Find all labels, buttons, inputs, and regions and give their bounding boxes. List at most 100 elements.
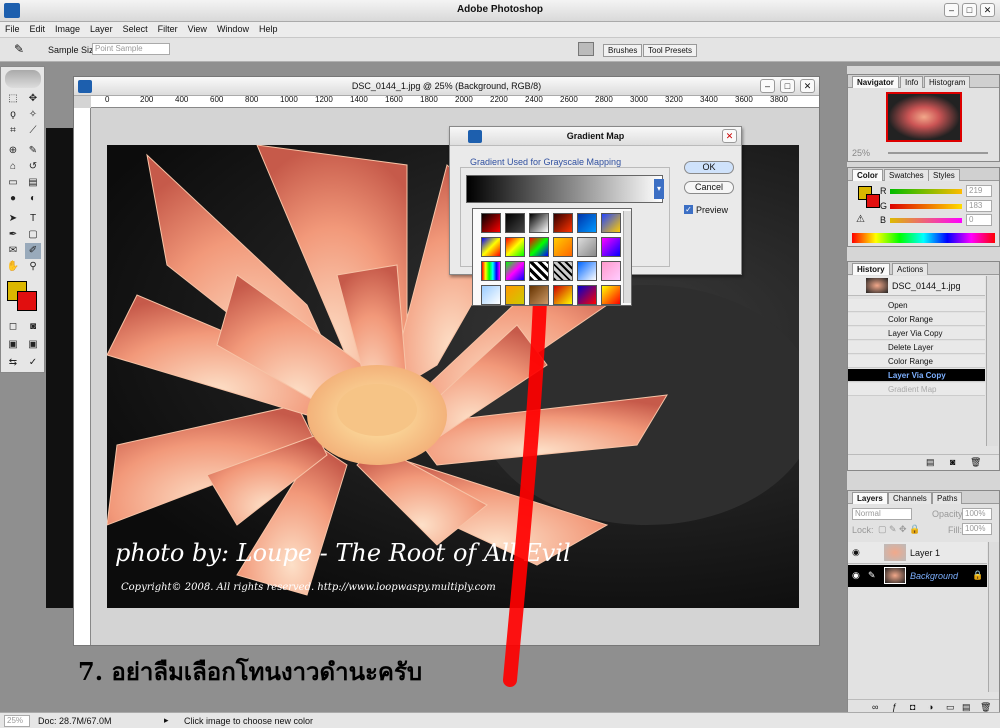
r-channel-slider[interactable]: [890, 189, 962, 194]
navigator-zoom[interactable]: 25%: [852, 148, 870, 158]
menu-image[interactable]: Image: [50, 22, 85, 36]
gradient-swatch[interactable]: [481, 237, 501, 257]
fill-field[interactable]: 100%: [962, 523, 992, 535]
gradient-swatch-black-white[interactable]: [527, 211, 551, 235]
layer-row-active[interactable]: ◉ ✎ Background 🔒: [848, 565, 987, 587]
gradient-swatch[interactable]: [505, 261, 525, 281]
history-item[interactable]: Color Range: [848, 355, 985, 368]
menu-edit[interactable]: Edit: [25, 22, 51, 36]
gradient-swatch[interactable]: [601, 213, 621, 233]
healing-brush-icon[interactable]: ⊕: [5, 143, 21, 159]
history-scrollbar[interactable]: [986, 276, 998, 446]
add-style-icon[interactable]: ƒ: [892, 702, 897, 712]
gradient-swatch[interactable]: [481, 213, 501, 233]
tab-styles[interactable]: Styles: [928, 169, 960, 181]
gradient-swatch[interactable]: [505, 285, 525, 305]
gradient-swatch[interactable]: [529, 237, 549, 257]
gradient-dropdown-arrow-icon[interactable]: ▾: [654, 179, 664, 199]
tool-presets-tab[interactable]: Tool Presets: [643, 44, 698, 57]
hand-tool-icon[interactable]: ✋: [5, 259, 21, 275]
history-brush-icon[interactable]: ↺: [25, 159, 41, 175]
tab-color[interactable]: Color: [852, 169, 883, 181]
history-item[interactable]: Color Range: [848, 313, 985, 326]
eraser-tool-icon[interactable]: ▭: [5, 175, 21, 191]
gradient-swatch[interactable]: [577, 237, 597, 257]
new-snapshot-icon[interactable]: ◙: [950, 457, 955, 467]
tab-channels[interactable]: Channels: [888, 492, 932, 504]
minimize-icon[interactable]: –: [944, 3, 959, 17]
link-layers-icon[interactable]: ∞: [872, 702, 878, 712]
gradient-swatch[interactable]: [601, 285, 621, 305]
gradient-swatch[interactable]: [553, 261, 573, 281]
menu-filter[interactable]: Filter: [153, 22, 183, 36]
opacity-field[interactable]: 100%: [962, 508, 992, 520]
jump-to-imageready-icon[interactable]: ⇆: [5, 355, 21, 371]
pen-tool-icon[interactable]: ✒: [5, 227, 21, 243]
brushes-tab[interactable]: Brushes: [603, 44, 643, 57]
gradient-swatch[interactable]: [577, 213, 597, 233]
b-channel-slider[interactable]: [890, 218, 962, 223]
slice-tool-icon[interactable]: ⟋: [25, 123, 41, 139]
doc-minimize-icon[interactable]: –: [760, 79, 775, 93]
gradient-picker[interactable]: [466, 175, 663, 203]
cancel-button[interactable]: Cancel: [684, 181, 734, 194]
history-item[interactable]: Open: [848, 299, 985, 312]
navigator-thumbnail[interactable]: [886, 92, 962, 142]
visibility-eye-icon[interactable]: ◉: [852, 547, 860, 558]
close-icon[interactable]: ✕: [980, 3, 995, 17]
history-item-pending[interactable]: Gradient Map: [848, 383, 985, 396]
history-item[interactable]: Layer Via Copy: [848, 327, 985, 340]
type-tool-icon[interactable]: T: [25, 211, 41, 227]
brush-tool-icon[interactable]: ✎: [25, 143, 41, 159]
gradient-swatch[interactable]: [529, 285, 549, 305]
tab-info[interactable]: Info: [900, 76, 924, 88]
history-snapshot[interactable]: DSC_0144_1.jpg: [848, 276, 985, 296]
gradient-swatch[interactable]: [529, 261, 549, 281]
tab-paths[interactable]: Paths: [932, 492, 963, 504]
add-mask-icon[interactable]: ◘: [910, 702, 915, 712]
visibility-eye-icon[interactable]: ◉: [852, 570, 860, 581]
menu-window[interactable]: Window: [212, 22, 254, 36]
tab-actions[interactable]: Actions: [892, 263, 929, 275]
blur-tool-icon[interactable]: ●: [5, 191, 21, 207]
adjustment-layer-icon[interactable]: ◑: [928, 702, 933, 712]
gradient-swatch[interactable]: [553, 285, 573, 305]
maximize-icon[interactable]: □: [962, 3, 977, 17]
eyedropper-tool-icon[interactable]: ✐: [25, 243, 41, 259]
menu-help[interactable]: Help: [254, 22, 283, 36]
gradient-swatch[interactable]: [553, 237, 573, 257]
swatches-scrollbar[interactable]: [623, 211, 631, 303]
trash-icon[interactable]: 🗑: [970, 457, 981, 468]
gradient-swatch[interactable]: [601, 237, 621, 257]
screen-mode-icon[interactable]: ▣: [5, 337, 21, 353]
sample-size-select[interactable]: Point Sample: [92, 43, 170, 55]
color-spectrum-bar[interactable]: [852, 233, 995, 243]
notes-tool-icon[interactable]: ✉: [5, 243, 21, 259]
gradient-swatch[interactable]: [577, 285, 597, 305]
b-channel-value[interactable]: 0: [966, 214, 992, 226]
gradient-tool-icon[interactable]: ▤: [25, 175, 41, 191]
gradient-swatch[interactable]: [577, 261, 597, 281]
tab-layers[interactable]: Layers: [852, 492, 888, 504]
shape-tool-icon[interactable]: ▢: [25, 227, 41, 243]
path-selection-icon[interactable]: ➤: [5, 211, 21, 227]
history-item[interactable]: Delete Layer: [848, 341, 985, 354]
eyedropper-icon[interactable]: ✎: [14, 42, 24, 56]
new-document-icon[interactable]: ▤: [926, 457, 935, 468]
history-item-active[interactable]: Layer Via Copy: [848, 369, 985, 382]
status-arrow-icon[interactable]: ▸: [164, 715, 169, 726]
tab-histogram[interactable]: Histogram: [924, 76, 971, 88]
g-channel-value[interactable]: 183: [966, 200, 992, 212]
blend-mode-select[interactable]: Normal: [852, 508, 912, 520]
magic-wand-icon[interactable]: ✧: [25, 107, 41, 123]
menu-select[interactable]: Select: [118, 22, 153, 36]
menu-layer[interactable]: Layer: [85, 22, 118, 36]
layer-row[interactable]: ◉ Layer 1: [848, 542, 987, 564]
status-zoom[interactable]: 25%: [4, 715, 30, 727]
gradient-swatch[interactable]: [481, 261, 501, 281]
marquee-tool-icon[interactable]: ⬚: [5, 91, 21, 107]
screen-mode-full-icon[interactable]: ▣: [25, 337, 41, 353]
menu-view[interactable]: View: [183, 22, 212, 36]
crop-tool-icon[interactable]: ⌗: [5, 123, 21, 139]
doc-close-icon[interactable]: ✕: [800, 79, 815, 93]
